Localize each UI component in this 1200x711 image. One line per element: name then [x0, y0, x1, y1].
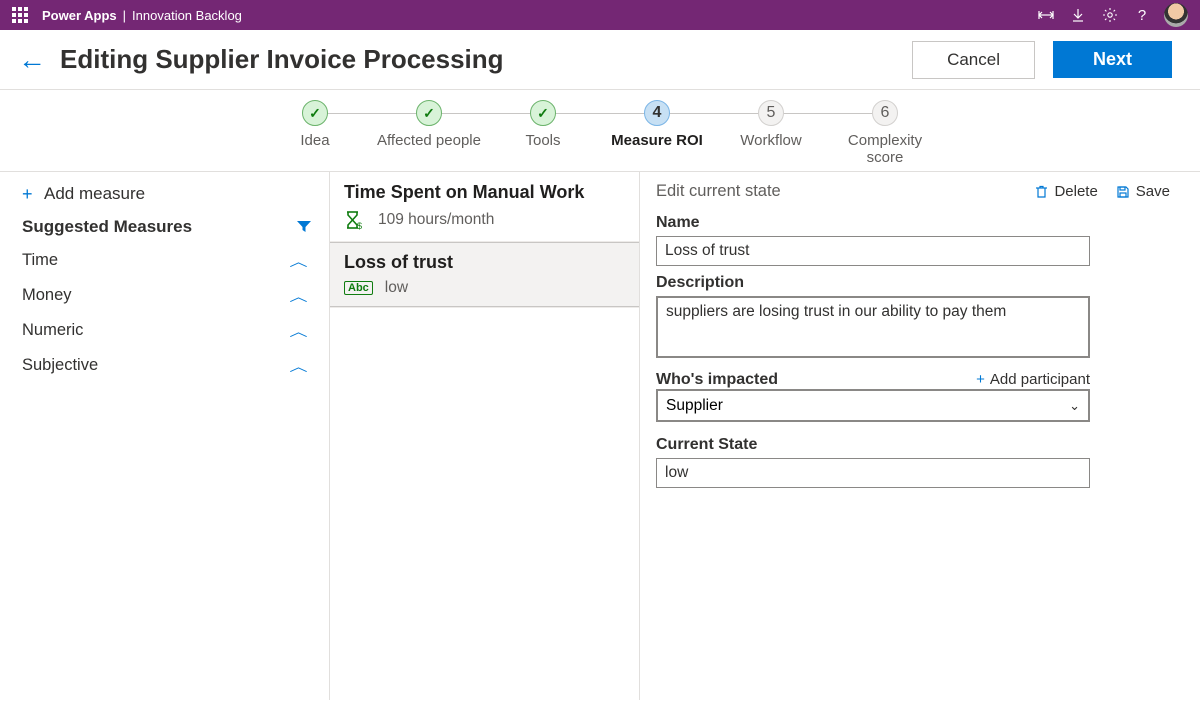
user-avatar[interactable] [1164, 3, 1188, 27]
edit-state-heading: Edit current state [656, 182, 1017, 201]
step-measure-roi[interactable]: 4 Measure ROI [600, 100, 714, 167]
delete-button[interactable]: Delete [1035, 183, 1097, 200]
check-icon: ✓ [537, 105, 549, 122]
current-state-input[interactable] [656, 458, 1090, 488]
step-label: Complexity score [828, 132, 942, 167]
category-numeric[interactable]: Numeric ︿ [0, 313, 329, 348]
step-complexity-score[interactable]: 6 Complexity score [828, 100, 942, 167]
suggested-measures-title: Suggested Measures [22, 217, 192, 237]
description-input[interactable]: suppliers are losing trust in our abilit… [656, 296, 1090, 358]
edit-panel: Edit current state Delete Save Name Desc… [640, 172, 1200, 700]
plus-icon: + [976, 371, 985, 388]
trash-icon [1035, 185, 1048, 199]
save-icon [1116, 185, 1130, 199]
description-label: Description [656, 274, 1170, 292]
settings-icon[interactable] [1094, 0, 1126, 30]
main-area: + Add measure Suggested Measures Time ︿ … [0, 172, 1200, 700]
category-subjective[interactable]: Subjective ︿ [0, 348, 329, 383]
app-name-label: Innovation Backlog [132, 8, 242, 23]
step-number: 5 [767, 104, 776, 122]
category-time[interactable]: Time ︿ [0, 243, 329, 278]
step-affected-people[interactable]: ✓ Affected people [372, 100, 486, 167]
name-input[interactable] [656, 236, 1090, 266]
help-icon[interactable]: ? [1126, 0, 1158, 30]
measure-title: Time Spent on Manual Work [344, 182, 625, 203]
wizard-stepper: ✓ Idea ✓ Affected people ✓ Tools 4 Measu… [0, 90, 1200, 172]
step-label: Tools [525, 132, 560, 149]
chevron-up-icon: ︿ [289, 251, 307, 270]
check-icon: ✓ [309, 105, 321, 122]
next-button[interactable]: Next [1053, 41, 1172, 78]
measure-card-time-spent[interactable]: Time Spent on Manual Work $ 109 hours/mo… [330, 172, 639, 242]
delete-label: Delete [1054, 183, 1097, 200]
step-number: 4 [653, 104, 662, 122]
brand-divider: | [123, 8, 126, 23]
hourglass-icon: $ [344, 209, 366, 231]
name-label: Name [656, 214, 1170, 232]
impact-select[interactable]: Supplier [656, 389, 1090, 422]
step-label: Affected people [377, 132, 481, 149]
add-measure-label: Add measure [44, 184, 145, 204]
back-arrow-icon[interactable]: ← [18, 44, 46, 76]
system-topbar: Power Apps | Innovation Backlog ? [0, 0, 1200, 30]
measure-title: Loss of trust [344, 252, 625, 273]
measure-card-loss-of-trust[interactable]: Loss of trust Abc low [330, 242, 639, 308]
category-label: Time [22, 251, 58, 270]
category-label: Numeric [22, 321, 83, 340]
step-workflow[interactable]: 5 Workflow [714, 100, 828, 167]
measure-value: 109 hours/month [378, 211, 494, 229]
chevron-up-icon: ︿ [289, 286, 307, 305]
add-participant-button[interactable]: + Add participant [976, 371, 1090, 388]
download-icon[interactable] [1062, 0, 1094, 30]
save-label: Save [1136, 183, 1170, 200]
add-participant-label: Add participant [990, 371, 1090, 388]
step-idea[interactable]: ✓ Idea [258, 100, 372, 167]
chevron-up-icon: ︿ [289, 356, 307, 375]
step-label: Measure ROI [611, 132, 703, 149]
svg-text:$: $ [357, 221, 362, 231]
step-tools[interactable]: ✓ Tools [486, 100, 600, 167]
category-money[interactable]: Money ︿ [0, 278, 329, 313]
brand-label: Power Apps [42, 8, 117, 23]
page-header: ← Editing Supplier Invoice Processing Ca… [0, 30, 1200, 90]
save-button[interactable]: Save [1116, 183, 1170, 200]
fit-icon[interactable] [1030, 0, 1062, 30]
measure-list: Time Spent on Manual Work $ 109 hours/mo… [330, 172, 640, 700]
plus-icon: + [22, 184, 44, 205]
category-label: Money [22, 286, 72, 305]
step-label: Workflow [740, 132, 801, 149]
cancel-button[interactable]: Cancel [912, 41, 1035, 79]
step-number: 6 [881, 104, 890, 122]
waffle-icon[interactable] [12, 7, 28, 23]
measures-sidebar: + Add measure Suggested Measures Time ︿ … [0, 172, 330, 700]
chevron-up-icon: ︿ [289, 321, 307, 340]
check-icon: ✓ [423, 105, 435, 122]
current-state-label: Current State [656, 436, 1170, 454]
impact-label: Who's impacted [656, 371, 778, 389]
page-title: Editing Supplier Invoice Processing [60, 44, 912, 75]
measure-value: low [385, 279, 408, 297]
abc-icon: Abc [344, 281, 373, 295]
category-label: Subjective [22, 356, 98, 375]
add-measure-button[interactable]: + Add measure [0, 180, 329, 211]
filter-icon[interactable] [297, 221, 311, 233]
suggested-measures-header: Suggested Measures [0, 211, 329, 243]
step-label: Idea [300, 132, 329, 149]
